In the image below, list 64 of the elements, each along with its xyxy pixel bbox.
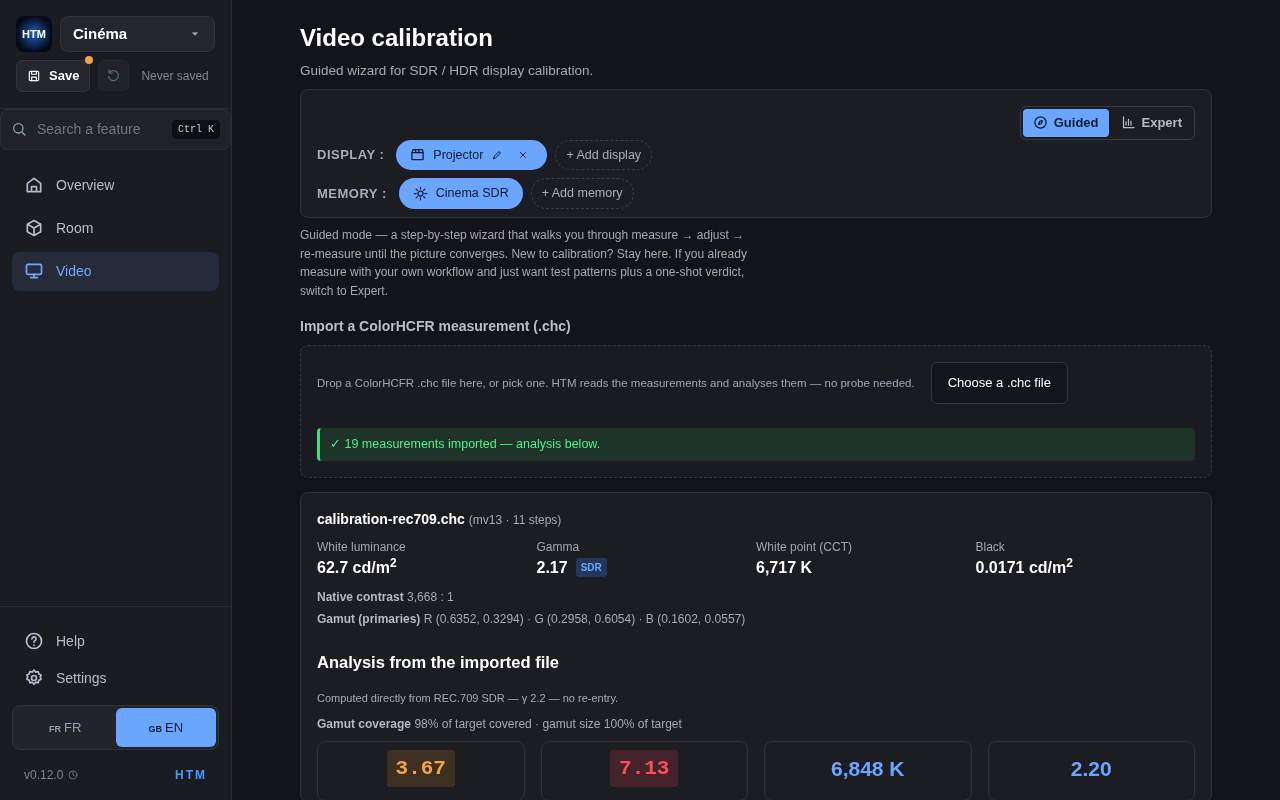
edit-icon[interactable] (491, 148, 504, 161)
nav-item[interactable]: Video (12, 251, 219, 291)
drop-zone[interactable]: Drop a ColorHCFR .chc file here, or pick one. HTM reads the measurements and analyses them — no probe needed. Choose a .chc file ✓ 19 measurements imported — analysis below. (300, 345, 1212, 478)
nav-item[interactable]: Room (12, 208, 219, 248)
analysis-title: Analysis from the imported file (317, 651, 561, 673)
help-icon (24, 631, 44, 651)
save-icon (27, 68, 41, 83)
language-button[interactable]: GB EN (115, 707, 216, 747)
page-title: Video calibration (300, 24, 494, 53)
clapperboard-icon (410, 147, 426, 163)
nav-item[interactable]: Help (12, 622, 219, 660)
stat-value: 3.67 (386, 749, 455, 787)
stat-value: 2.20 (1070, 755, 1112, 782)
monitor-icon (24, 261, 44, 281)
profile-dropdown[interactable]: Cinéma (60, 16, 215, 52)
metric-label: White point (CCT) (756, 538, 854, 556)
sdr-badge: SDR (575, 558, 607, 578)
undo-button[interactable] (98, 60, 130, 92)
choose-file-button[interactable]: Choose a .chc file (930, 362, 1068, 404)
file-meta: (mv13 · 11 steps) (468, 511, 562, 529)
memory-chip[interactable]: Cinema SDR (398, 178, 523, 210)
import-success-message: ✓ 19 measurements imported — analysis below. (317, 427, 1195, 461)
cube-icon (24, 218, 44, 238)
file-name: calibration-rec709.chc (317, 509, 465, 529)
sun-icon (412, 186, 428, 202)
language-button[interactable]: FR FR (15, 707, 116, 747)
compass-icon (1032, 115, 1048, 131)
history-icon (67, 769, 80, 781)
search-bar[interactable]: Search a feature Ctrl K (0, 108, 231, 150)
detail-line: Native contrast 3,668 : 1 (317, 588, 455, 606)
save-status: Never saved (141, 67, 209, 85)
mode-tab[interactable]: Expert (1110, 109, 1192, 137)
metric-label: Black (975, 538, 1006, 556)
coverage-line: Gamut coverage 98% of target covered · gamut size 100% of target (317, 715, 683, 733)
search-field[interactable]: Search a feature (35, 117, 164, 141)
section-heading: Import a ColorHCFR measurement (.chc) (300, 317, 572, 337)
metric-value: 6,717 K (756, 557, 813, 578)
mode-tab[interactable]: Guided (1022, 109, 1109, 137)
memory-label: MEMORY : (317, 184, 387, 203)
undo-icon (106, 68, 122, 84)
search-icon (11, 121, 27, 137)
display-chip[interactable]: Projector (396, 139, 548, 171)
settings-icon (24, 668, 44, 688)
metric-label: Gamma (536, 538, 581, 556)
display-label: DISPLAY : (317, 146, 385, 165)
nav-item[interactable]: Overview (12, 165, 219, 205)
bar-chart-icon (1120, 115, 1136, 131)
metric-value: 62.7 cd/m$^{2}$ (317, 555, 397, 578)
metric-value: 2.17 (536, 557, 568, 578)
detail-line: Gamut (primaries) R (0.6352, 0.3294) · G (0.2958, 0.6054) · B (0.1602, 0.0557) (317, 610, 747, 628)
brand-name: HTM (175, 767, 207, 784)
stat-value: 7.13 (610, 749, 679, 787)
analysis-note: Computed directly from REC.709 SDR — γ 2.2 — no re-entry. (317, 691, 620, 707)
mode-description: Guided mode — a step-by-step wizard that walks you through measure → adjust → re-measure until the picture converges. New to calibration? Stay here. If you already measure with your own workflow and just want test patterns plus a one-shot verdict, switch to Expert. (300, 227, 748, 300)
nav-item[interactable]: Settings (12, 659, 219, 697)
metric-value: 0.0171 cd/m$^{2}$ (975, 555, 1073, 578)
page-subtitle: Guided wizard for SDR / HDR display calibration. (300, 61, 595, 80)
metric-label: White luminance (317, 538, 407, 556)
logo: HTM (16, 16, 52, 52)
version-label: v0.12.0 (24, 767, 64, 784)
shortcut-hint: Ctrl K (172, 119, 220, 139)
drop-hint: Drop a ColorHCFR .chc file here, or pick one. HTM reads the measurements and analyses them — no probe needed. (317, 375, 915, 391)
stat-value: 6,848 K (830, 755, 905, 782)
home-icon (24, 175, 44, 195)
